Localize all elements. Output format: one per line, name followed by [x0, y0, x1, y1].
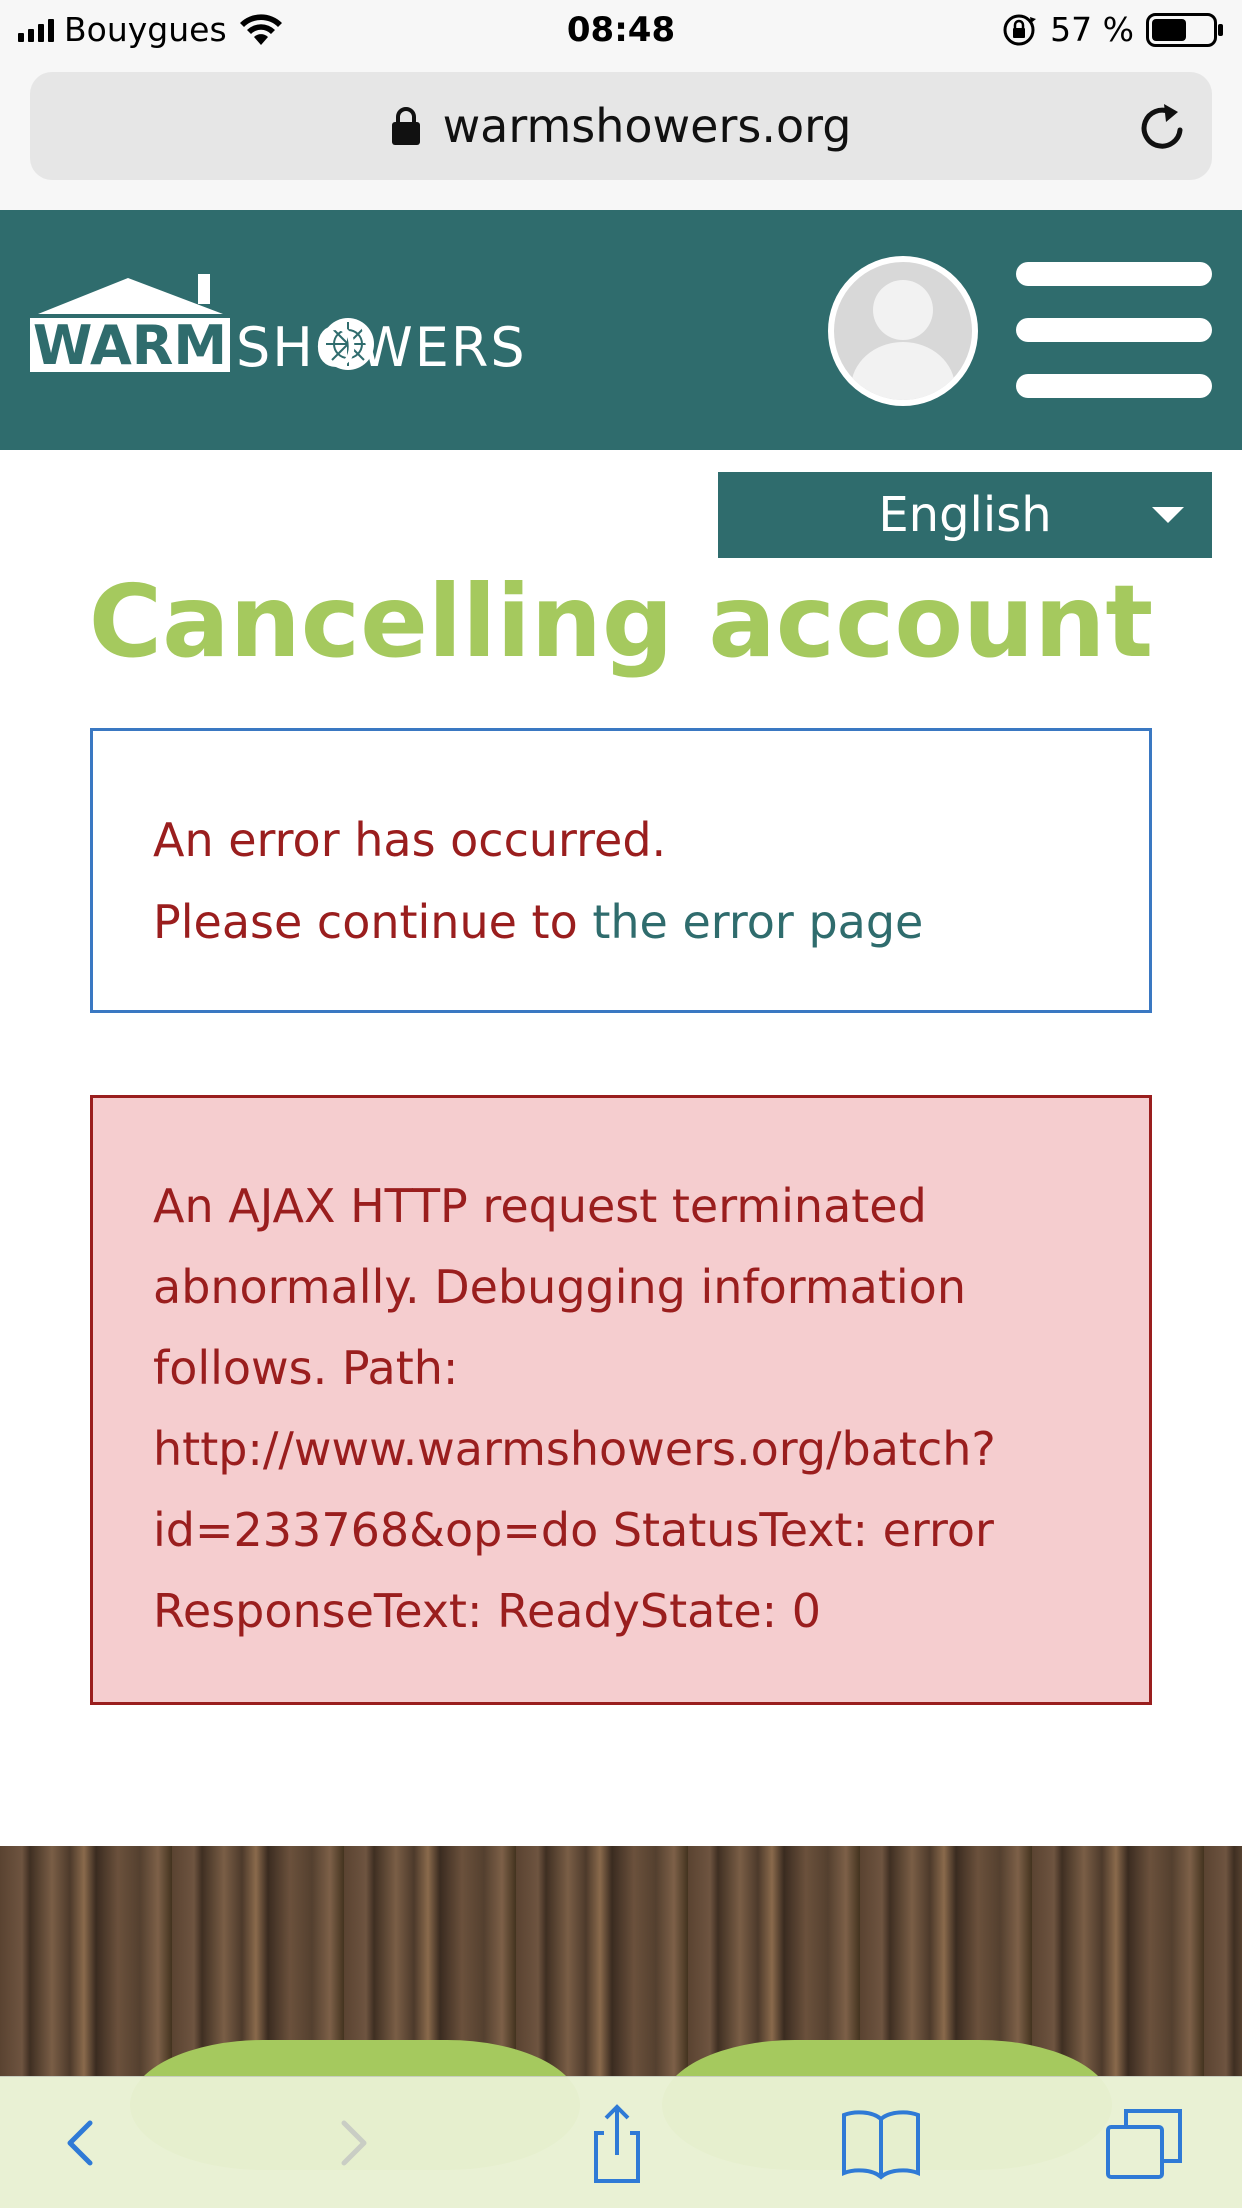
forward-icon[interactable] — [310, 2103, 400, 2183]
back-icon[interactable] — [34, 2103, 124, 2183]
error-page-link[interactable]: the error page — [592, 895, 923, 949]
ajax-error-text: An AJAX HTTP request terminated abnormal… — [153, 1179, 996, 1638]
error-continue-text: Please continue to — [153, 895, 593, 949]
url-field[interactable]: warmshowers.org — [30, 72, 1212, 180]
reload-icon[interactable] — [1136, 102, 1188, 154]
language-select[interactable]: English — [718, 472, 1212, 558]
status-right: 57 % — [1000, 10, 1224, 50]
footer-wood-background — [0, 1846, 1242, 2076]
browser-toolbar — [0, 2076, 1242, 2208]
url-content: warmshowers.org — [30, 72, 1212, 180]
logo-text-warm: WARM — [33, 314, 227, 377]
ajax-error-box: An AJAX HTTP request terminated abnormal… — [90, 1095, 1152, 1705]
warmshowers-logo[interactable]: WARM SHOWERS — [28, 260, 548, 380]
user-silhouette-icon — [851, 280, 955, 400]
tabs-icon[interactable] — [1100, 2103, 1190, 2183]
logo-text-showers: SHOWERS — [236, 316, 527, 379]
rotation-lock-icon — [1003, 14, 1037, 46]
menu-icon[interactable] — [1016, 262, 1212, 398]
battery-percent: 57 % — [1050, 10, 1134, 49]
language-selected: English — [878, 487, 1052, 543]
error-message-box: An error has occurred. Please continue t… — [90, 728, 1152, 1013]
error-continue-line: Please continue to the error page — [153, 881, 1089, 963]
share-icon[interactable] — [572, 2103, 662, 2183]
chevron-down-icon — [1152, 507, 1184, 523]
url-text: warmshowers.org — [442, 99, 852, 153]
bookmarks-icon[interactable] — [836, 2103, 926, 2183]
avatar[interactable] — [828, 256, 978, 406]
site-header: WARM SHOWERS — [0, 210, 1242, 450]
page-title: Cancelling account — [88, 563, 1154, 680]
status-bar: Bouygues 08:48 57 % — [0, 0, 1242, 62]
battery-icon — [1146, 13, 1223, 47]
lock-icon — [391, 107, 420, 145]
error-line: An error has occurred. — [153, 813, 667, 867]
browser-address-bar: warmshowers.org — [0, 62, 1242, 210]
